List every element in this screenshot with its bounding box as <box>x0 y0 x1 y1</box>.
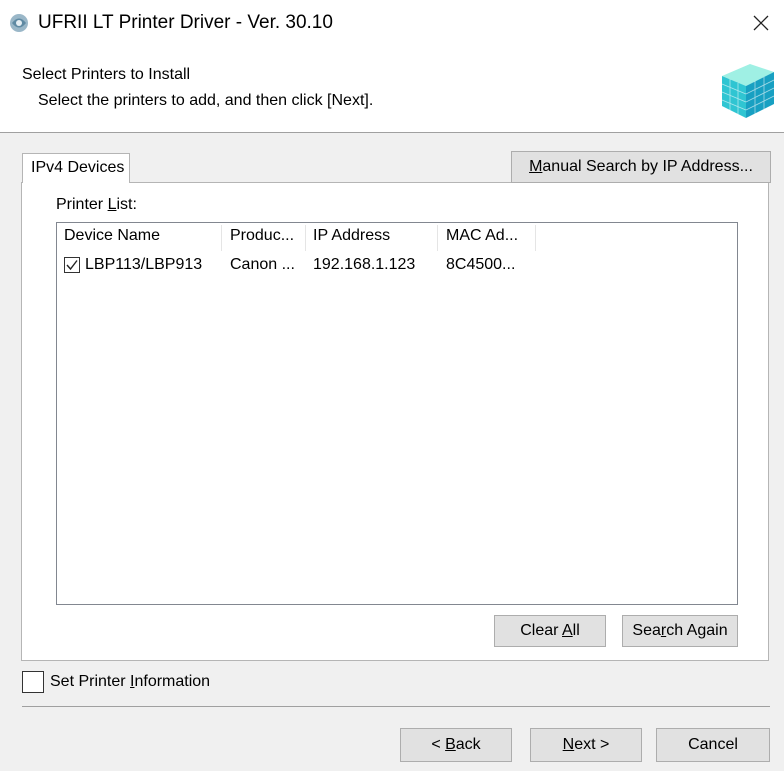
column-header-product[interactable]: Produc... <box>230 227 306 245</box>
search-again-before: Sea <box>632 622 661 639</box>
manual-search-mnemonic: M <box>529 158 543 175</box>
next-button[interactable]: Next > <box>530 728 642 762</box>
close-button[interactable] <box>738 0 784 46</box>
next-label: Next > <box>563 736 610 754</box>
search-again-after: ch Again <box>666 622 728 639</box>
back-button[interactable]: < Back <box>400 728 512 762</box>
set-printer-information-label[interactable]: Set Printer Information <box>50 673 210 691</box>
set-info-after: nformation <box>134 673 211 690</box>
page-subtitle: Select the printers to add, and then cli… <box>38 92 374 109</box>
column-separator[interactable] <box>437 225 438 251</box>
row-checkbox[interactable] <box>64 257 80 273</box>
column-header-device-name[interactable]: Device Name <box>64 227 214 245</box>
tab-ipv4-devices[interactable]: IPv4 Devices <box>22 153 130 183</box>
cell-product[interactable]: Canon ... <box>230 256 304 274</box>
next-mnemonic: N <box>562 736 575 753</box>
clear-all-before: Clear <box>520 622 562 639</box>
manual-search-label: Manual Search by IP Address... <box>529 158 753 176</box>
back-label: < Back <box>431 736 480 754</box>
close-icon <box>753 15 769 31</box>
checkmark-icon <box>66 260 78 271</box>
footer-separator <box>22 706 770 707</box>
manual-search-label-rest: anual Search by IP Address... <box>542 158 753 175</box>
clear-all-button[interactable]: Clear All <box>494 615 606 647</box>
set-printer-information-checkbox[interactable] <box>22 671 44 693</box>
back-before: < <box>431 736 446 753</box>
manual-search-button[interactable]: Manual Search by IP Address... <box>511 151 771 183</box>
printer-list-label: Printer List: <box>56 196 137 214</box>
column-separator[interactable] <box>221 225 222 251</box>
column-separator[interactable] <box>305 225 306 251</box>
printer-cubes-icon <box>721 64 775 118</box>
column-header-mac-address[interactable]: MAC Ad... <box>446 227 534 245</box>
tab-label: IPv4 Devices <box>31 159 125 176</box>
search-again-label: Search Again <box>632 622 727 640</box>
printer-list-label-after: ist: <box>116 196 137 213</box>
clear-all-after: ll <box>572 622 580 639</box>
printer-list-label-before: Printer <box>56 196 108 213</box>
set-info-before: Set Printer <box>50 673 131 690</box>
title-bar: UFRII LT Printer Driver - Ver. 30.10 <box>0 0 784 46</box>
window-title: UFRII LT Printer Driver - Ver. 30.10 <box>38 12 333 33</box>
back-mnemonic: B <box>445 736 456 753</box>
cell-mac-address[interactable]: 8C4500... <box>446 256 534 274</box>
clear-all-mnemonic: A <box>562 622 573 639</box>
next-after: ext > <box>574 736 610 753</box>
printer-list[interactable]: Device Name Produc... IP Address MAC Ad.… <box>56 222 738 605</box>
column-header-ip-address[interactable]: IP Address <box>313 227 435 245</box>
wizard-header: Select Printers to Install Select the pr… <box>0 46 784 133</box>
back-after: ack <box>455 736 481 753</box>
cell-ip-address[interactable]: 192.168.1.123 <box>313 256 435 274</box>
search-again-button[interactable]: Search Again <box>622 615 738 647</box>
cancel-button[interactable]: Cancel <box>656 728 770 762</box>
printer-driver-app-icon <box>10 14 28 32</box>
column-separator[interactable] <box>535 225 536 251</box>
cell-device-name[interactable]: LBP113/LBP913 <box>85 256 220 274</box>
cancel-label: Cancel <box>688 736 738 753</box>
page-title: Select Printers to Install <box>22 66 191 83</box>
clear-all-label: Clear All <box>520 622 580 640</box>
